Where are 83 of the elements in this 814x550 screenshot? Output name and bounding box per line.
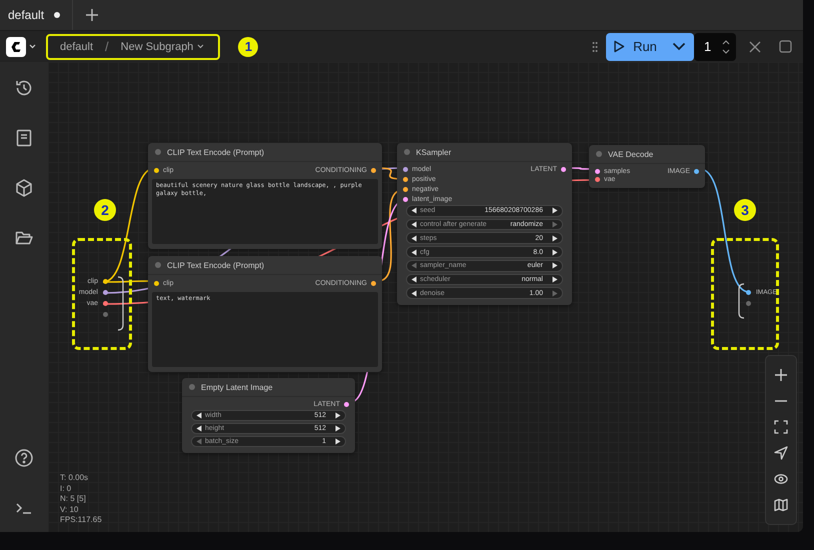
run-options-button[interactable]: [664, 32, 694, 60]
collapse-dot-icon[interactable]: [596, 151, 602, 157]
close-icon[interactable]: [749, 40, 761, 52]
socket-dot[interactable]: [403, 186, 408, 192]
socket-dot[interactable]: [746, 290, 751, 295]
stats-line: V: 10: [60, 504, 80, 515]
navigation-arrow-icon[interactable]: [774, 446, 788, 460]
socket-dot[interactable]: [154, 281, 159, 286]
right-arrow-icon[interactable]: [552, 262, 558, 270]
node-title: Empty Latent Image: [201, 382, 273, 392]
socket-dot[interactable]: [344, 402, 349, 407]
plus-icon[interactable]: [85, 8, 100, 22]
logo-icon: [6, 36, 26, 56]
node-title: KSampler: [416, 148, 452, 156]
zoom-in-icon[interactable]: [774, 368, 788, 382]
node-title: CLIP Text Encode (Prompt): [167, 148, 264, 156]
right-arrow-icon[interactable]: [552, 248, 558, 256]
socket-dot[interactable]: [403, 167, 408, 172]
drag-handle-icon[interactable]: [592, 40, 598, 52]
annotation-badge: 2: [94, 199, 116, 221]
cube-icon[interactable]: [14, 178, 34, 198]
socket-dot[interactable]: [103, 301, 108, 306]
right-arrow-icon[interactable]: [335, 412, 341, 419]
socket-dot[interactable]: [154, 168, 159, 173]
bracket-icon: [737, 283, 745, 319]
batch-count-field[interactable]: 1: [694, 32, 736, 60]
right-arrow-icon[interactable]: [552, 276, 558, 283]
breadcrumb-link[interactable]: default: [60, 40, 94, 52]
socket-dot[interactable]: [595, 176, 600, 182]
collapse-dot-icon[interactable]: [155, 262, 161, 268]
socket-dot[interactable]: [371, 168, 376, 173]
left-arrow-icon[interactable]: [411, 248, 417, 256]
right-arrow-icon[interactable]: [552, 234, 558, 242]
collapse-dot-icon[interactable]: [404, 149, 410, 155]
stats-line: N: 5 [5]: [60, 494, 87, 504]
node-title: VAE Decode: [608, 150, 654, 158]
empty-socket-dot[interactable]: [746, 301, 751, 306]
annotation-badge: 3: [734, 199, 756, 221]
left-arrow-icon[interactable]: [411, 221, 417, 228]
node-title: CLIP Text Encode (Prompt): [167, 260, 264, 270]
socket-dot[interactable]: [403, 177, 408, 182]
empty-socket-dot[interactable]: [103, 312, 108, 317]
stats-line: FPS:117.65: [60, 515, 102, 526]
left-arrow-icon[interactable]: [411, 207, 417, 214]
left-arrow-icon[interactable]: [196, 412, 202, 419]
caret-icon: [29, 44, 36, 49]
book-icon[interactable]: [14, 128, 34, 148]
socket-dot[interactable]: [371, 281, 376, 286]
socket-dot[interactable]: [595, 168, 600, 174]
map-icon[interactable]: [774, 498, 788, 512]
square-icon[interactable]: [779, 40, 792, 53]
left-arrow-icon[interactable]: [411, 276, 417, 283]
collapse-dot-icon[interactable]: [155, 149, 161, 155]
fit-view-icon[interactable]: [774, 420, 788, 434]
caret-icon: [197, 44, 204, 49]
socket-dot[interactable]: [694, 168, 699, 174]
bracket-icon: [117, 276, 125, 331]
socket-dot[interactable]: [103, 279, 108, 284]
socket-dot[interactable]: [561, 167, 566, 172]
breadcrumb-separator: /: [105, 39, 109, 54]
collapse-dot-icon[interactable]: [189, 384, 195, 390]
left-arrow-icon[interactable]: [411, 234, 417, 242]
left-arrow-icon[interactable]: [196, 425, 202, 432]
right-arrow-icon[interactable]: [335, 438, 341, 445]
stats-line: I: 0: [60, 484, 72, 494]
right-arrow-icon[interactable]: [552, 207, 558, 214]
breadcrumb-dropdown[interactable]: New Subgraph: [120, 40, 204, 52]
play-icon: [613, 40, 626, 53]
eye-icon[interactable]: [774, 472, 788, 486]
right-arrow-icon[interactable]: [335, 425, 341, 432]
chevron-up-icon[interactable]: [722, 40, 730, 44]
socket-dot[interactable]: [403, 196, 408, 202]
logo-menu-button[interactable]: [6, 36, 36, 56]
workflow-tab[interactable]: default: [0, 0, 74, 30]
stats-line: T: 0.00s: [60, 473, 90, 484]
socket-dot[interactable]: [103, 290, 108, 295]
annotation-badge: 1: [238, 36, 258, 56]
history-icon[interactable]: [14, 78, 34, 98]
chevron-down-icon[interactable]: [722, 48, 730, 54]
left-arrow-icon[interactable]: [411, 290, 417, 297]
run-button[interactable]: Run: [606, 32, 664, 60]
chevron-down-icon: [672, 42, 686, 51]
help-icon[interactable]: [14, 448, 34, 468]
